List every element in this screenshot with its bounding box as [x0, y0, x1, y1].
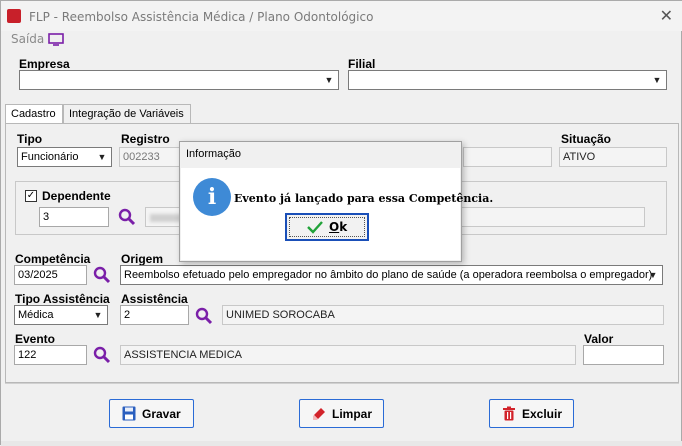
app-icon	[7, 9, 21, 23]
tipo-select[interactable]: Funcionário ▼	[17, 147, 112, 167]
chevron-down-icon[interactable]: ▼	[649, 72, 665, 88]
filial-label: Filial	[348, 57, 376, 71]
assistencia-input[interactable]: 2	[120, 305, 189, 325]
excluir-button[interactable]: Excluir	[489, 399, 574, 428]
evento-input[interactable]: 122	[14, 345, 87, 365]
close-icon[interactable]: ✕	[660, 6, 673, 26]
evento-label: Evento	[15, 332, 56, 346]
check-icon	[307, 221, 323, 234]
tipo-assistencia-label: Tipo Assistência	[15, 292, 110, 306]
dependente-label: Dependente	[42, 189, 111, 203]
dependente-checkbox[interactable]: ✓	[25, 190, 37, 202]
status-strip	[1, 441, 682, 446]
chevron-down-icon[interactable]: ▼	[94, 149, 110, 165]
ok-label: Ok	[329, 220, 348, 234]
competencia-value: 03/2025	[18, 269, 58, 281]
chevron-down-icon[interactable]: ▼	[90, 307, 106, 323]
empresa-label: Empresa	[19, 57, 70, 71]
situacao-field: ATIVO	[559, 147, 667, 167]
tab-cadastro[interactable]: Cadastro	[5, 104, 63, 125]
nome-field	[463, 147, 552, 167]
chevron-down-icon[interactable]: ▼	[645, 267, 661, 283]
filial-select[interactable]: ▼	[348, 70, 667, 90]
assistencia-nome-field: UNIMED SOROCABA	[222, 305, 664, 325]
chevron-down-icon[interactable]: ▼	[321, 72, 337, 88]
dependente-input[interactable]: 3	[39, 207, 109, 227]
dependente-value: 3	[43, 211, 50, 223]
limpar-label: Limpar	[332, 407, 373, 421]
tipo-assistencia-select[interactable]: Médica ▼	[14, 305, 108, 325]
limpar-button[interactable]: Limpar	[299, 399, 384, 428]
window-title: FLP - Reembolso Assistência Médica / Pla…	[29, 10, 374, 24]
valor-input[interactable]	[583, 345, 664, 365]
dialog-message: Evento já lançado para essa Competência.	[234, 192, 494, 205]
assistencia-code: 2	[124, 309, 131, 321]
search-icon[interactable]	[195, 307, 213, 325]
evento-nome-field: ASSISTENCIA MEDICA	[120, 345, 576, 365]
search-icon[interactable]	[93, 346, 111, 364]
tipo-assistencia-value: Médica	[18, 309, 54, 321]
registro-label: Registro	[121, 132, 170, 146]
dialog-title: Informação	[186, 148, 242, 160]
search-icon[interactable]	[93, 266, 111, 284]
origem-value: Reembolso efetuado pelo empregador no âm…	[124, 269, 653, 281]
situacao-value: ATIVO	[563, 151, 596, 163]
tipo-value: Funcionário	[21, 151, 79, 163]
trash-icon	[503, 406, 515, 421]
search-icon[interactable]	[118, 208, 136, 226]
tab-integracao[interactable]: Integração de Variáveis	[63, 104, 191, 124]
menu-saida[interactable]: Saída	[11, 32, 44, 46]
evento-name: ASSISTENCIA MEDICA	[124, 349, 242, 361]
valor-label: Valor	[584, 332, 614, 346]
dialog-body: i Evento já lançado para essa Competênci…	[181, 168, 493, 260]
competencia-label: Competência	[15, 252, 91, 266]
origem-select[interactable]: Reembolso efetuado pelo empregador no âm…	[120, 265, 663, 285]
separator	[5, 383, 679, 384]
competencia-input[interactable]: 03/2025	[14, 265, 87, 285]
ok-button[interactable]: Ok	[285, 213, 369, 241]
info-dialog: Informação i Evento já lançado para essa…	[179, 141, 493, 262]
registro-field: 002233	[119, 147, 181, 167]
eraser-icon	[313, 408, 325, 420]
gravar-button[interactable]: Gravar	[109, 399, 194, 428]
title-bar: FLP - Reembolso Assistência Médica / Pla…	[1, 1, 682, 31]
save-icon	[122, 406, 136, 421]
origem-label: Origem	[121, 252, 164, 266]
assistencia-label: Assistência	[121, 292, 188, 306]
evento-code: 122	[18, 349, 37, 361]
info-icon: i	[193, 178, 231, 216]
gravar-label: Gravar	[142, 407, 181, 421]
monitor-icon[interactable]	[48, 33, 64, 46]
registro-value: 002233	[123, 151, 160, 163]
excluir-label: Excluir	[522, 407, 563, 421]
empresa-select[interactable]: ▼	[19, 70, 339, 90]
situacao-label: Situação	[561, 132, 612, 146]
tipo-label: Tipo	[17, 132, 43, 146]
assistencia-name: UNIMED SOROCABA	[226, 309, 335, 321]
